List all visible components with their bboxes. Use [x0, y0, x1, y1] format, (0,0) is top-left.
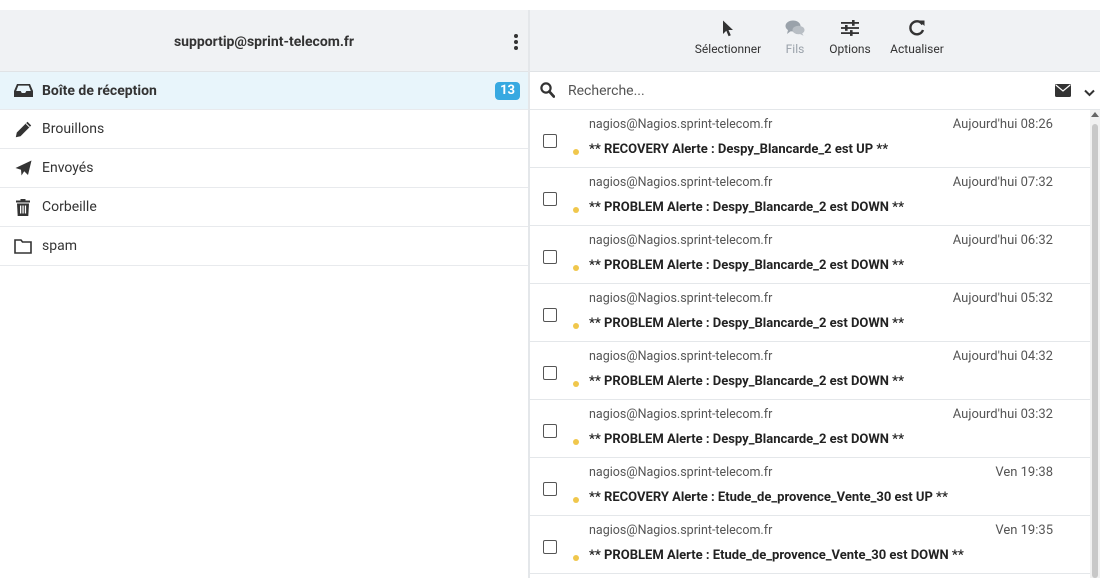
- account-header: supportip@sprint-telecom.fr: [0, 10, 528, 72]
- select-checkbox[interactable]: [543, 540, 557, 554]
- message-date: Aujourd'hui 06:32: [952, 233, 1053, 248]
- message-from: nagios@Nagios.sprint-telecom.fr: [589, 523, 773, 538]
- comments-icon: [780, 14, 810, 42]
- inbox-icon: [13, 82, 33, 100]
- message-subject: ** PROBLEM Alerte : Etude_de_provence_Ve…: [589, 548, 964, 563]
- message-date: Ven 19:38: [995, 465, 1053, 480]
- message-row[interactable]: nagios@Nagios.sprint-telecom.fr Aujourd'…: [530, 226, 1090, 284]
- message-row[interactable]: nagios@Nagios.sprint-telecom.fr Aujourd'…: [530, 168, 1090, 226]
- unread-dot-icon: [573, 149, 579, 155]
- unread-dot-icon: [573, 497, 579, 503]
- folder-spam[interactable]: spam: [0, 227, 528, 266]
- message-date: Aujourd'hui 07:32: [952, 175, 1053, 190]
- select-checkbox[interactable]: [543, 134, 557, 148]
- paper-plane-icon: [13, 159, 33, 177]
- message-from: nagios@Nagios.sprint-telecom.fr: [589, 465, 773, 480]
- select-checkbox[interactable]: [543, 366, 557, 380]
- message-subject: ** PROBLEM Alerte : Despy_Blancarde_2 es…: [589, 432, 904, 447]
- message-date: Aujourd'hui 05:32: [952, 291, 1053, 306]
- folder-trash[interactable]: Corbeille: [0, 188, 528, 227]
- options-label: Options: [829, 42, 871, 56]
- folder-label: spam: [42, 238, 77, 254]
- unread-dot-icon: [573, 323, 579, 329]
- refresh-button[interactable]: Actualiser: [885, 14, 949, 56]
- folder-pane: supportip@sprint-telecom.fr Boîte de réc…: [0, 0, 528, 578]
- folder-sent[interactable]: Envoyés: [0, 149, 528, 188]
- folder-label: Corbeille: [42, 199, 97, 215]
- message-row[interactable]: nagios@Nagios.sprint-telecom.fr Aujourd'…: [530, 400, 1090, 458]
- search-bar: [530, 72, 1100, 110]
- chevron-down-icon[interactable]: [1084, 86, 1095, 101]
- select-checkbox[interactable]: [543, 308, 557, 322]
- message-date: Ven 19:35: [995, 523, 1053, 538]
- cursor-icon: [690, 14, 766, 42]
- scroll-up-arrow-icon[interactable]: [1091, 112, 1099, 117]
- pencil-icon: [13, 120, 33, 138]
- message-row[interactable]: nagios@Nagios.sprint-telecom.fr Ven 19:3…: [530, 458, 1090, 516]
- unread-dot-icon: [573, 265, 579, 271]
- message-list-scrollbar[interactable]: [1090, 110, 1100, 578]
- message-from: nagios@Nagios.sprint-telecom.fr: [589, 407, 773, 422]
- scroll-thumb[interactable]: [1092, 124, 1098, 578]
- more-options-icon[interactable]: [512, 32, 520, 52]
- select-checkbox[interactable]: [543, 424, 557, 438]
- select-button[interactable]: Sélectionner: [690, 14, 766, 56]
- threads-button[interactable]: Fils: [780, 14, 810, 56]
- unread-count-badge: 13: [495, 82, 520, 100]
- select-checkbox[interactable]: [543, 192, 557, 206]
- envelope-icon[interactable]: [1055, 84, 1071, 101]
- message-date: Aujourd'hui 04:32: [952, 349, 1053, 364]
- trash-icon: [13, 198, 33, 216]
- message-row[interactable]: nagios@Nagios.sprint-telecom.fr Aujourd'…: [530, 284, 1090, 342]
- sliders-icon: [825, 14, 875, 42]
- refresh-label: Actualiser: [890, 42, 944, 56]
- message-from: nagios@Nagios.sprint-telecom.fr: [589, 349, 773, 364]
- message-pane: Sélectionner Fils Options Actualiser Rec…: [530, 0, 1100, 578]
- folder-drafts[interactable]: Brouillons: [0, 110, 528, 149]
- message-from: nagios@Nagios.sprint-telecom.fr: [589, 175, 773, 190]
- folder-icon: [13, 237, 33, 255]
- refresh-icon: [885, 14, 949, 42]
- threads-label: Fils: [785, 42, 805, 56]
- message-date: Aujourd'hui 08:26: [952, 117, 1053, 132]
- message-from: nagios@Nagios.sprint-telecom.fr: [589, 291, 773, 306]
- message-subject: ** PROBLEM Alerte : Despy_Blancarde_2 es…: [589, 316, 904, 331]
- unread-dot-icon: [573, 439, 579, 445]
- options-button[interactable]: Options: [825, 14, 875, 56]
- message-subject: ** RECOVERY Alerte : Despy_Blancarde_2 e…: [589, 142, 889, 157]
- folder-label: Envoyés: [42, 160, 94, 176]
- unread-dot-icon: [573, 207, 579, 213]
- folder-list: Boîte de réception 13 Brouillons Envoyés…: [0, 72, 528, 266]
- select-checkbox[interactable]: [543, 482, 557, 496]
- account-email: supportip@sprint-telecom.fr: [173, 34, 355, 50]
- message-from: nagios@Nagios.sprint-telecom.fr: [589, 233, 773, 248]
- message-subject: ** RECOVERY Alerte : Etude_de_provence_V…: [589, 490, 948, 505]
- message-row[interactable]: nagios@Nagios.sprint-telecom.fr Ven 19:3…: [530, 516, 1090, 574]
- message-list: nagios@Nagios.sprint-telecom.fr Aujourd'…: [530, 110, 1090, 578]
- message-subject: ** PROBLEM Alerte : Despy_Blancarde_2 es…: [589, 200, 904, 215]
- select-checkbox[interactable]: [543, 250, 557, 264]
- folder-inbox[interactable]: Boîte de réception 13: [0, 72, 528, 110]
- folder-label: Brouillons: [42, 121, 105, 137]
- folder-label: Boîte de réception: [42, 82, 157, 99]
- message-row[interactable]: nagios@Nagios.sprint-telecom.fr Aujourd'…: [530, 342, 1090, 400]
- search-icon: [540, 82, 556, 102]
- message-subject: ** PROBLEM Alerte : Despy_Blancarde_2 es…: [589, 374, 904, 389]
- unread-dot-icon: [573, 555, 579, 561]
- message-from: nagios@Nagios.sprint-telecom.fr: [589, 117, 773, 132]
- message-row[interactable]: nagios@Nagios.sprint-telecom.fr Aujourd'…: [530, 110, 1090, 168]
- toolbar: Sélectionner Fils Options Actualiser: [530, 10, 1100, 72]
- select-label: Sélectionner: [694, 42, 762, 56]
- unread-dot-icon: [573, 381, 579, 387]
- search-input[interactable]: [568, 81, 1028, 101]
- message-subject: ** PROBLEM Alerte : Despy_Blancarde_2 es…: [589, 258, 904, 273]
- message-date: Aujourd'hui 03:32: [952, 407, 1053, 422]
